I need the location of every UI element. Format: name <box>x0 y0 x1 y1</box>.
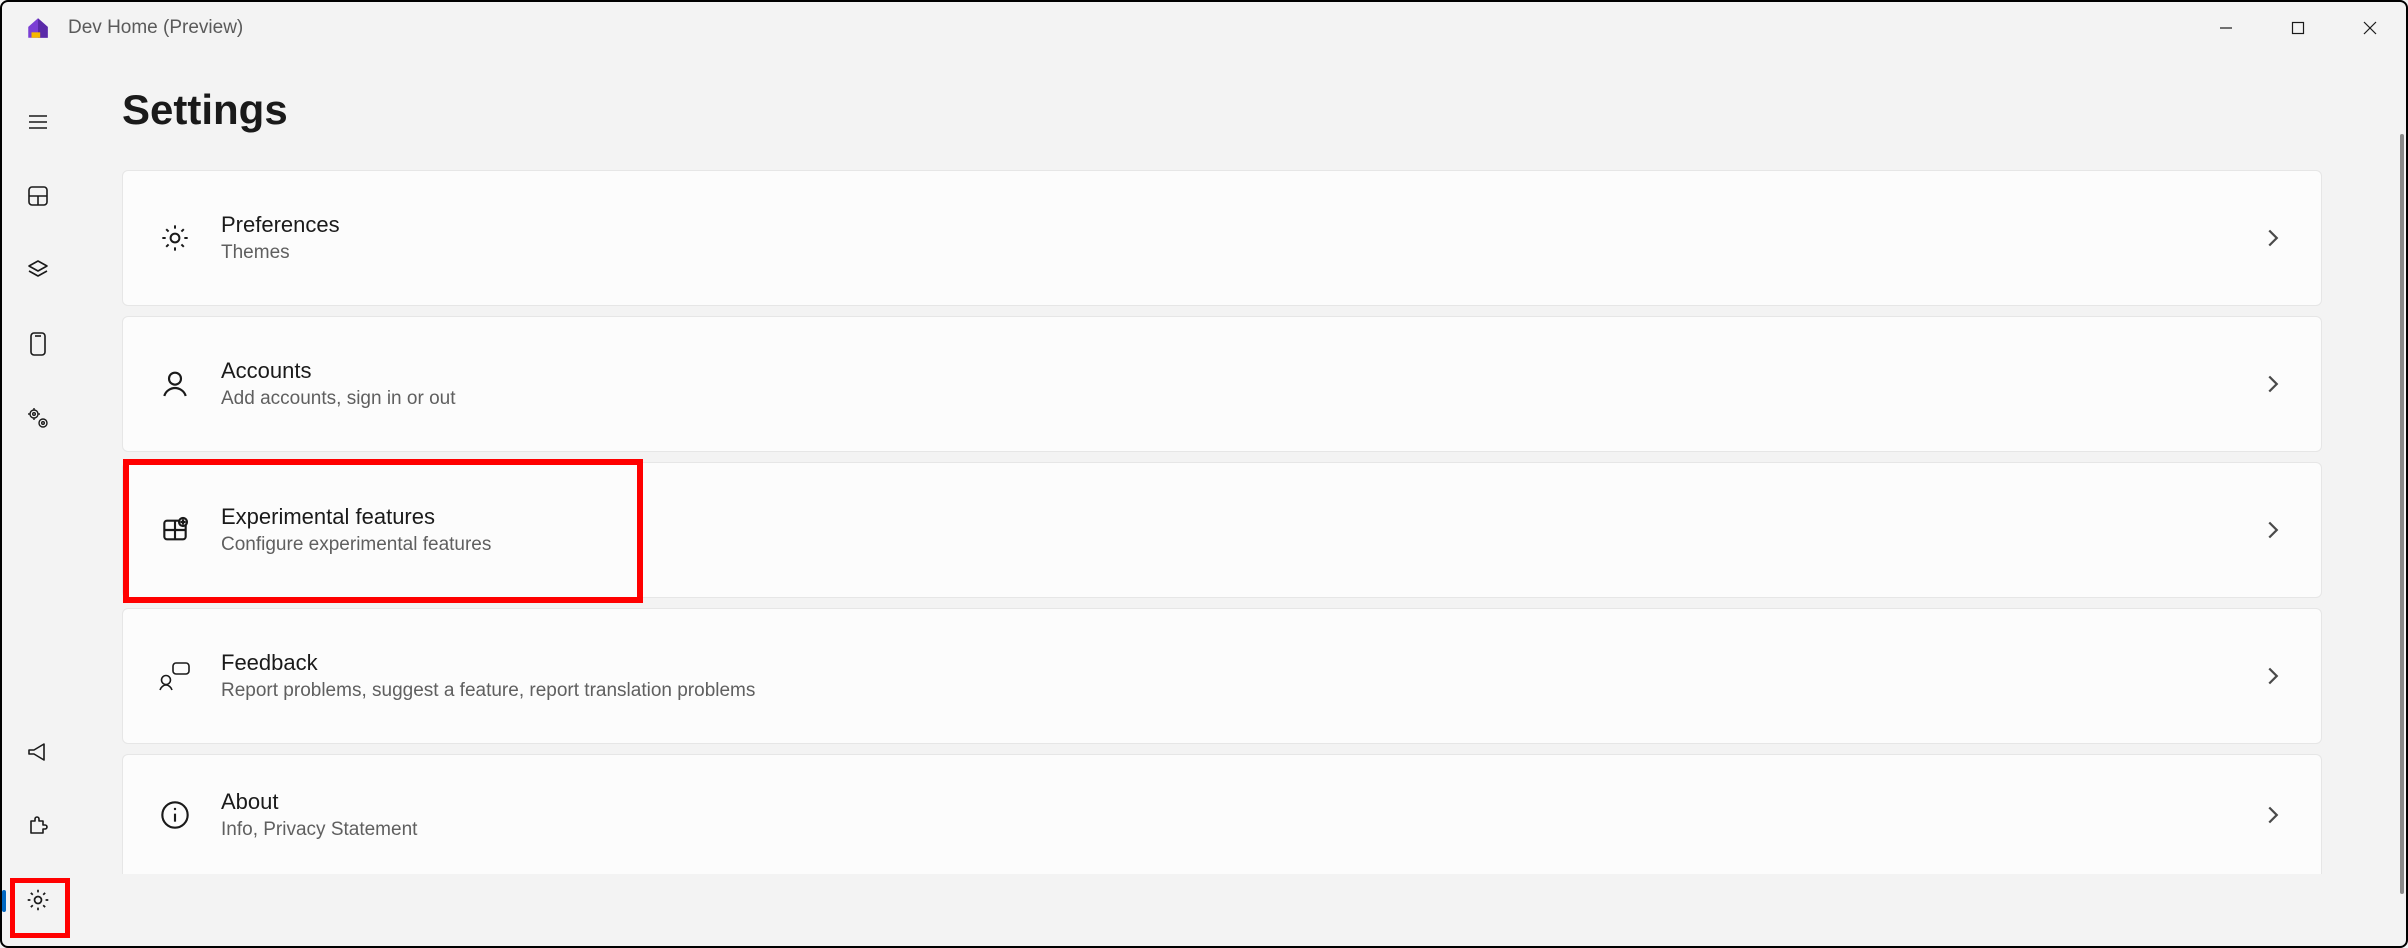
nav-extensions[interactable] <box>10 798 66 854</box>
chevron-right-icon <box>2259 662 2287 690</box>
app-window: Dev Home (Preview) <box>0 0 2408 948</box>
settings-card-list: Preferences Themes Accounts <box>122 170 2322 874</box>
feedback-icon <box>157 658 193 694</box>
sidebar <box>2 54 74 946</box>
nav-utilities[interactable] <box>10 390 66 446</box>
person-icon <box>157 366 193 402</box>
settings-card-accounts[interactable]: Accounts Add accounts, sign in or out <box>122 316 2322 452</box>
page-title: Settings <box>122 86 2358 134</box>
window-controls <box>2190 2 2406 54</box>
card-title: Feedback <box>221 650 2259 676</box>
settings-card-about[interactable]: About Info, Privacy Statement <box>122 754 2322 874</box>
puzzle-icon <box>25 813 51 839</box>
gears-icon <box>25 405 51 431</box>
card-subtitle: Report problems, suggest a feature, repo… <box>221 680 2259 702</box>
settings-card-experimental[interactable]: Experimental features Configure experime… <box>122 462 2322 598</box>
settings-card-feedback[interactable]: Feedback Report problems, suggest a feat… <box>122 608 2322 744</box>
gear-icon <box>157 220 193 256</box>
nav-settings[interactable] <box>10 872 66 928</box>
nav-toggle[interactable] <box>10 94 66 150</box>
card-subtitle: Add accounts, sign in or out <box>221 388 2259 410</box>
nav-device[interactable] <box>10 316 66 372</box>
card-title: Preferences <box>221 212 2259 238</box>
nav-machine-config[interactable] <box>10 242 66 298</box>
card-subtitle: Themes <box>221 242 2259 264</box>
device-icon <box>27 331 49 357</box>
maximize-button[interactable] <box>2262 2 2334 54</box>
title-bar: Dev Home (Preview) <box>2 2 2406 54</box>
scrollbar-thumb[interactable] <box>2400 134 2404 894</box>
app-icon <box>24 14 52 42</box>
chevron-right-icon <box>2259 516 2287 544</box>
chevron-right-icon <box>2259 224 2287 252</box>
app-title: Dev Home (Preview) <box>68 17 243 39</box>
megaphone-icon <box>25 739 51 765</box>
minimize-button[interactable] <box>2190 2 2262 54</box>
close-button[interactable] <box>2334 2 2406 54</box>
info-icon <box>157 797 193 833</box>
dashboard-icon <box>26 184 50 208</box>
card-title: About <box>221 789 2259 815</box>
hamburger-icon <box>26 110 50 134</box>
experiment-icon <box>157 512 193 548</box>
card-title: Accounts <box>221 358 2259 384</box>
layers-icon <box>26 258 50 282</box>
settings-card-preferences[interactable]: Preferences Themes <box>122 170 2322 306</box>
gear-icon <box>25 887 51 913</box>
app-body: Settings Preferences Themes <box>2 54 2406 946</box>
card-subtitle: Info, Privacy Statement <box>221 819 2259 841</box>
card-subtitle: Configure experimental features <box>221 534 2259 556</box>
content-area: Settings Preferences Themes <box>74 54 2406 946</box>
nav-whatsnew[interactable] <box>10 724 66 780</box>
nav-dashboard[interactable] <box>10 168 66 224</box>
chevron-right-icon <box>2259 801 2287 829</box>
chevron-right-icon <box>2259 370 2287 398</box>
card-title: Experimental features <box>221 504 2259 530</box>
